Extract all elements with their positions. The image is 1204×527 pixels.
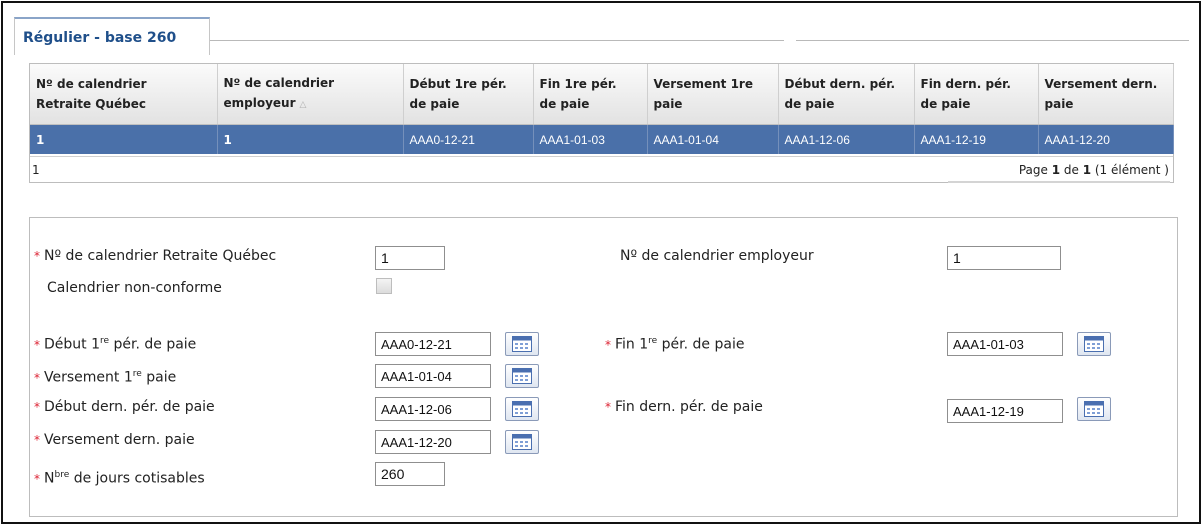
versement-1re-input[interactable]	[375, 364, 491, 388]
fin-1re-input[interactable]	[947, 332, 1063, 356]
calendar-button[interactable]	[505, 397, 539, 421]
table-cell: AAA1-12-19	[914, 124, 1039, 154]
table-cell: AAA1-12-20	[1038, 124, 1174, 154]
col-header-versement-dern[interactable]: Versement dern. paie	[1038, 64, 1174, 125]
calendar-icon	[512, 368, 532, 384]
calendar-button[interactable]	[1077, 332, 1111, 356]
calendar-button[interactable]	[505, 332, 539, 356]
table-cell: AAA0-12-21	[403, 124, 534, 154]
table-cell: AAA1-01-04	[647, 124, 779, 154]
grid-pager: 1 Page 1 de 1 (1 élément )	[30, 156, 1173, 183]
calendrier-employeur-label: Nº de calendrier employeur	[620, 248, 814, 264]
calendar-icon	[512, 434, 532, 450]
jours-cotisables-label: * Nbre de jours cotisables	[34, 470, 205, 487]
versement-dern-label: * Versement dern. paie	[34, 432, 195, 448]
pager-scrollbar[interactable]	[948, 181, 1170, 183]
calendar-button[interactable]	[505, 430, 539, 454]
sort-asc-icon: △	[299, 100, 307, 110]
fin-dern-input[interactable]	[947, 399, 1063, 423]
versement-dern-input[interactable]	[375, 430, 491, 454]
table-cell: AAA1-01-03	[533, 124, 648, 154]
debut-1re-input[interactable]	[375, 332, 491, 356]
calendar-grid: Nº de calendrier Retraite Québec Nº de ca…	[29, 63, 1174, 183]
jours-cotisables-input[interactable]	[375, 462, 445, 486]
col-header-debut-dern[interactable]: Début dern. pér. de paie	[778, 64, 915, 125]
versement-1re-label: * Versement 1re paie	[34, 369, 177, 386]
calendrier-rq-label: * Nº de calendrier Retraite Québec	[34, 248, 277, 264]
table-cell: 1	[30, 124, 218, 154]
pager-info: Page 1 de 1 (1 élément )	[1018, 163, 1169, 177]
table-cell: AAA1-12-06	[778, 124, 915, 154]
col-header-fin-dern[interactable]: Fin dern. pér. de paie	[914, 64, 1039, 125]
calendar-button[interactable]	[505, 364, 539, 388]
non-conforme-checkbox[interactable]	[376, 278, 392, 294]
debut-dern-label: * Début dern. pér. de paie	[34, 399, 215, 415]
table-cell: 1	[217, 124, 404, 154]
tab-divider	[210, 40, 784, 41]
calendar-icon	[1084, 336, 1104, 352]
grid-header-row: Nº de calendrier Retraite Québec Nº de ca…	[30, 64, 1174, 125]
required-mark: *	[34, 249, 40, 263]
col-header-calendrier-rq[interactable]: Nº de calendrier Retraite Québec	[30, 64, 218, 125]
pager-count: 1	[32, 163, 40, 177]
fin-1re-label: * Fin 1re pér. de paie	[605, 336, 745, 353]
calendar-icon	[512, 336, 532, 352]
tab-regulier[interactable]: Régulier - base 260	[14, 17, 210, 55]
col-header-debut-1re[interactable]: Début 1re pér. de paie	[403, 64, 534, 125]
calendrier-rq-input[interactable]	[375, 246, 445, 270]
col-header-calendrier-employeur[interactable]: Nº de calendrier employeur △	[217, 64, 404, 125]
tab-label: Régulier - base 260	[23, 30, 177, 46]
col-header-versement-1re[interactable]: Versement 1re paie	[647, 64, 779, 125]
fin-dern-label: * Fin dern. pér. de paie	[605, 399, 763, 415]
calendar-icon	[1084, 401, 1104, 417]
calendar-icon	[512, 401, 532, 417]
window-frame: Régulier - base 260 Nº de calendrier Retr…	[1, 1, 1201, 524]
table-row[interactable]: 1 1 AAA0-12-21 AAA1-01-03 AAA1-01-04 AAA…	[30, 124, 1174, 154]
non-conforme-label: Calendrier non-conforme	[47, 280, 222, 296]
calendrier-employeur-input[interactable]	[947, 246, 1061, 270]
tab-divider	[796, 40, 1189, 41]
debut-1re-label: * Début 1re pér. de paie	[34, 336, 197, 353]
detail-form: *Nº de calendrier Retraite Québec Nº de …	[29, 217, 1178, 517]
calendar-button[interactable]	[1077, 397, 1111, 421]
debut-dern-input[interactable]	[375, 397, 491, 421]
col-header-fin-1re[interactable]: Fin 1re pér. de paie	[533, 64, 648, 125]
